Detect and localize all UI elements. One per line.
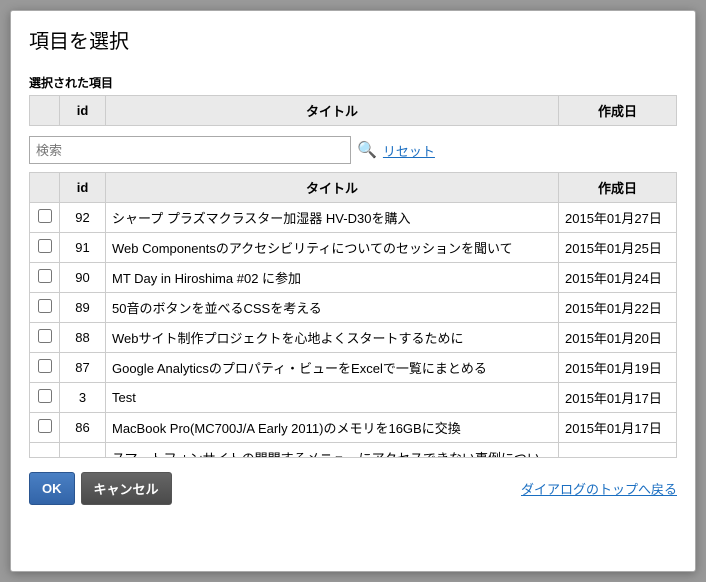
row-title[interactable]: Test [106, 383, 559, 413]
back-to-top-link[interactable]: ダイアログのトップへ戻る [521, 479, 677, 498]
row-date: 2015年01月17日 [559, 383, 677, 413]
row-date: 2015年01月19日 [559, 353, 677, 383]
row-checkbox-cell [30, 293, 60, 323]
item-list-container[interactable]: id タイトル 作成日 92シャープ プラズマクラスター加湿器 HV-D30を購… [29, 172, 677, 458]
row-title[interactable]: MacBook Pro(MC700J/A Early 2011)のメモリを16G… [106, 413, 559, 443]
row-date: 2015年01月17日 [559, 413, 677, 443]
col-header-check [30, 96, 60, 126]
selected-items-table: id タイトル 作成日 [29, 95, 677, 126]
row-title[interactable]: Webサイト制作プロジェクトを心地よくスタートするために [106, 323, 559, 353]
row-date: 2015年01月20日 [559, 323, 677, 353]
col-header-date: 作成日 [559, 96, 677, 126]
row-date: 2015年01月22日 [559, 293, 677, 323]
table-row: 92シャープ プラズマクラスター加湿器 HV-D30を購入2015年01月27日 [30, 203, 677, 233]
table-row: 87Google Analyticsのプロパティ・ビューをExcelで一覧にまと… [30, 353, 677, 383]
reset-link[interactable]: リセット [383, 141, 435, 160]
row-date: 2015年01月24日 [559, 263, 677, 293]
ok-button[interactable]: OK [29, 472, 75, 505]
row-checkbox-cell [30, 443, 60, 459]
footer-buttons: OK キャンセル [29, 472, 172, 505]
search-row: 🔍 リセット [29, 136, 677, 164]
row-id: 90 [60, 263, 106, 293]
row-id: 91 [60, 233, 106, 263]
col-header-title: タイトル [106, 96, 559, 126]
row-title[interactable]: Google Analyticsのプロパティ・ビューをExcelで一覧にまとめる [106, 353, 559, 383]
row-checkbox-cell [30, 323, 60, 353]
row-id: 88 [60, 323, 106, 353]
row-checkbox-cell [30, 263, 60, 293]
row-id: 87 [60, 353, 106, 383]
row-date: 2015年01月25日 [559, 233, 677, 263]
col-header-id: id [60, 173, 106, 203]
row-title[interactable]: 50音のボタンを並べるCSSを考える [106, 293, 559, 323]
row-id: 89 [60, 293, 106, 323]
select-item-dialog: 項目を選択 選択された項目 id タイトル 作成日 🔍 リセット id タイトル… [10, 10, 696, 572]
table-row: 3Test2015年01月17日 [30, 383, 677, 413]
row-checkbox-cell [30, 233, 60, 263]
row-title[interactable]: Web Componentsのアクセシビリティについてのセッションを聞いて [106, 233, 559, 263]
table-row: 91Web Componentsのアクセシビリティについてのセッションを聞いて2… [30, 233, 677, 263]
row-checkbox-cell [30, 413, 60, 443]
row-checkbox-cell [30, 383, 60, 413]
row-checkbox[interactable] [38, 209, 52, 223]
row-title[interactable]: MT Day in Hiroshima #02 に参加 [106, 263, 559, 293]
table-row: 86MacBook Pro(MC700J/A Early 2011)のメモリを1… [30, 413, 677, 443]
row-id: 85 [60, 443, 106, 459]
search-icon[interactable]: 🔍 [357, 140, 377, 160]
item-list-table: id タイトル 作成日 92シャープ プラズマクラスター加湿器 HV-D30を購… [29, 172, 677, 458]
row-checkbox[interactable] [38, 359, 52, 373]
row-checkbox[interactable] [38, 269, 52, 283]
row-id: 3 [60, 383, 106, 413]
row-title[interactable]: シャープ プラズマクラスター加湿器 HV-D30を購入 [106, 203, 559, 233]
row-checkbox[interactable] [38, 299, 52, 313]
search-input[interactable] [29, 136, 351, 164]
table-row: 8950音のボタンを並べるCSSを考える2015年01月22日 [30, 293, 677, 323]
selected-items-label: 選択された項目 [29, 74, 677, 91]
col-header-date: 作成日 [559, 173, 677, 203]
row-date: 2014年12月15日 [559, 443, 677, 459]
row-checkbox[interactable] [38, 419, 52, 433]
row-date: 2015年01月27日 [559, 203, 677, 233]
table-row: 88Webサイト制作プロジェクトを心地よくスタートするために2015年01月20… [30, 323, 677, 353]
row-title[interactable]: スマートフォンサイトの開閉するメニューにアクセスできない事例について（再掲） [106, 443, 559, 459]
row-checkbox[interactable] [38, 239, 52, 253]
row-id: 86 [60, 413, 106, 443]
row-checkbox[interactable] [38, 329, 52, 343]
row-checkbox[interactable] [38, 389, 52, 403]
row-checkbox-cell [30, 353, 60, 383]
row-checkbox-cell [30, 203, 60, 233]
col-header-id: id [60, 96, 106, 126]
dialog-footer: OK キャンセル ダイアログのトップへ戻る [29, 472, 677, 505]
table-row: 85スマートフォンサイトの開閉するメニューにアクセスできない事例について（再掲）… [30, 443, 677, 459]
col-header-check [30, 173, 60, 203]
row-id: 92 [60, 203, 106, 233]
cancel-button[interactable]: キャンセル [81, 472, 172, 505]
dialog-title: 項目を選択 [29, 25, 677, 54]
table-row: 90MT Day in Hiroshima #02 に参加2015年01月24日 [30, 263, 677, 293]
col-header-title: タイトル [106, 173, 559, 203]
